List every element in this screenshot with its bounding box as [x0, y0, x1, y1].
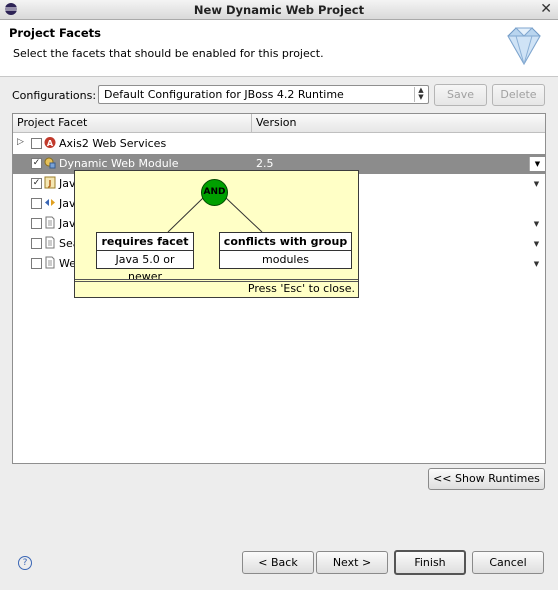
conflicts-group-value: modules [262, 253, 309, 266]
table-header: Project Facet Version [13, 114, 545, 133]
page-description: Select the facets that should be enabled… [13, 47, 324, 60]
svg-text:J: J [48, 179, 52, 188]
cancel-button-label: Cancel [489, 556, 527, 569]
facet-version: 2.5 [256, 157, 274, 170]
web-module-icon [44, 157, 56, 169]
and-node: AND [201, 179, 228, 206]
title-bar: New Dynamic Web Project ✕ [0, 0, 558, 20]
finish-button-label: Finish [414, 556, 446, 569]
cancel-button[interactable]: Cancel [472, 551, 544, 574]
facet-checkbox[interactable]: ✓ [31, 158, 42, 169]
facet-checkbox[interactable] [31, 238, 42, 249]
facet-checkbox[interactable] [31, 138, 42, 149]
conflicts-group-box: conflicts with group modules [219, 232, 352, 269]
page-icon [45, 236, 55, 249]
requires-facet-box: requires facet Java 5.0 or newer [96, 232, 194, 283]
save-button[interactable]: Save [434, 84, 487, 106]
finish-button[interactable]: Finish [394, 550, 466, 575]
axis2-icon: A [44, 137, 56, 148]
facet-checkbox[interactable] [31, 258, 42, 269]
configurations-value: Default Configuration for JBoss 4.2 Runt… [104, 88, 344, 101]
facet-checkbox[interactable]: ✓ [31, 178, 42, 189]
wizard-banner: Project Facets Select the facets that sh… [0, 20, 558, 77]
window-title: New Dynamic Web Project [193, 3, 365, 17]
next-button-label: Next > [332, 556, 372, 569]
version-dropdown-icon[interactable]: ▼ [529, 257, 544, 271]
wizard-gem-icon [507, 27, 541, 66]
page-title: Project Facets [9, 26, 101, 40]
column-header-version[interactable]: Version [256, 116, 296, 129]
facet-name: Axis2 Web Services [59, 137, 167, 150]
configurations-label: Configurations: [12, 89, 97, 102]
requires-facet-header: requires facet [97, 233, 193, 251]
tooltip-close-hint: Press 'Esc' to close. [247, 282, 355, 295]
delete-button[interactable]: Delete [492, 84, 545, 106]
next-button[interactable]: Next > [316, 551, 388, 574]
delete-button-label: Delete [500, 88, 537, 101]
facet-name: Dynamic Web Module [59, 157, 179, 170]
page-icon [45, 216, 55, 229]
page-icon [45, 256, 55, 269]
conflicts-group-header: conflicts with group [220, 233, 351, 251]
expand-arrow-icon[interactable]: ▷ [17, 137, 24, 147]
java-icon: J [44, 176, 56, 189]
show-runtimes-label: << Show Runtimes [433, 472, 540, 485]
configurations-combo[interactable]: Default Configuration for JBoss 4.2 Runt… [98, 85, 429, 104]
combo-arrows-icon: ▲ ▼ [414, 87, 427, 102]
close-icon[interactable]: ✕ [540, 1, 552, 17]
facet-checkbox[interactable] [31, 218, 42, 229]
svg-text:A: A [47, 139, 54, 148]
back-button[interactable]: < Back [242, 551, 314, 574]
show-runtimes-button[interactable]: << Show Runtimes [428, 468, 545, 490]
version-dropdown-icon[interactable]: ▼ [529, 157, 545, 171]
help-icon[interactable]: ? [18, 556, 32, 570]
version-dropdown-icon[interactable]: ▼ [529, 217, 544, 231]
version-dropdown-icon[interactable]: ▼ [529, 177, 544, 191]
constraint-tooltip: AND requires facet Java 5.0 or newer con… [74, 170, 359, 298]
facet-checkbox[interactable] [31, 198, 42, 209]
column-separator[interactable] [251, 114, 252, 132]
back-button-label: < Back [258, 556, 298, 569]
version-dropdown-icon[interactable]: ▼ [529, 237, 544, 251]
javascript-icon [45, 199, 55, 206]
save-button-label: Save [446, 88, 474, 101]
column-header-facet[interactable]: Project Facet [17, 116, 87, 129]
table-row[interactable]: ▷ A Axis2 Web Services [13, 134, 545, 154]
